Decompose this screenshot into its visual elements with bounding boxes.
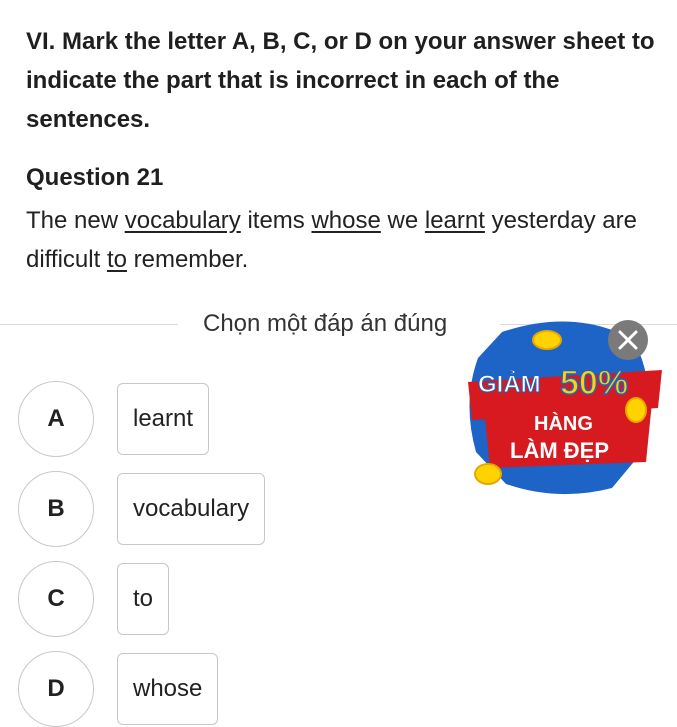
option-a-text[interactable]: learnt <box>117 383 210 455</box>
question-sentence: The new vocabulary items whose we learnt… <box>26 201 666 279</box>
option-b-letter[interactable]: B <box>18 471 94 547</box>
choose-answer-label: Chọn một đáp án đúng <box>203 310 448 337</box>
sentence-part: remember. <box>126 246 249 273</box>
ad-text-lam-dep: LÀM ĐẸP <box>510 438 609 463</box>
sentence-part: The new <box>26 207 125 234</box>
ad-text-50: 50% <box>560 364 628 402</box>
option-d-letter[interactable]: D <box>18 651 94 727</box>
sentence-part: items <box>240 207 312 234</box>
underlined-part-whose: whose <box>311 207 381 234</box>
section-instruction: VI. Mark the letter A, B, C, or D on you… <box>26 28 655 133</box>
option-c-text[interactable]: to <box>117 563 170 635</box>
ad-close-button[interactable] <box>608 320 648 360</box>
ad-text-giam: GIẢM <box>478 369 541 398</box>
underlined-part-learnt: learnt <box>424 207 485 234</box>
question-title: Question 21 <box>26 164 164 191</box>
option-d-text[interactable]: whose <box>117 653 219 725</box>
close-icon <box>618 330 638 350</box>
underlined-part-to: to <box>106 246 127 273</box>
ad-text-hang: HÀNG <box>534 412 593 435</box>
option-c-letter[interactable]: C <box>18 561 94 637</box>
option-b-text[interactable]: vocabulary <box>117 473 266 545</box>
coin-icon <box>474 463 502 485</box>
option-a-letter[interactable]: A <box>18 381 94 457</box>
coin-icon <box>625 397 647 423</box>
divider-left <box>0 324 178 325</box>
coin-icon <box>532 330 562 350</box>
underlined-part-vocabulary: vocabulary <box>124 207 241 234</box>
sentence-part: we <box>380 207 425 234</box>
